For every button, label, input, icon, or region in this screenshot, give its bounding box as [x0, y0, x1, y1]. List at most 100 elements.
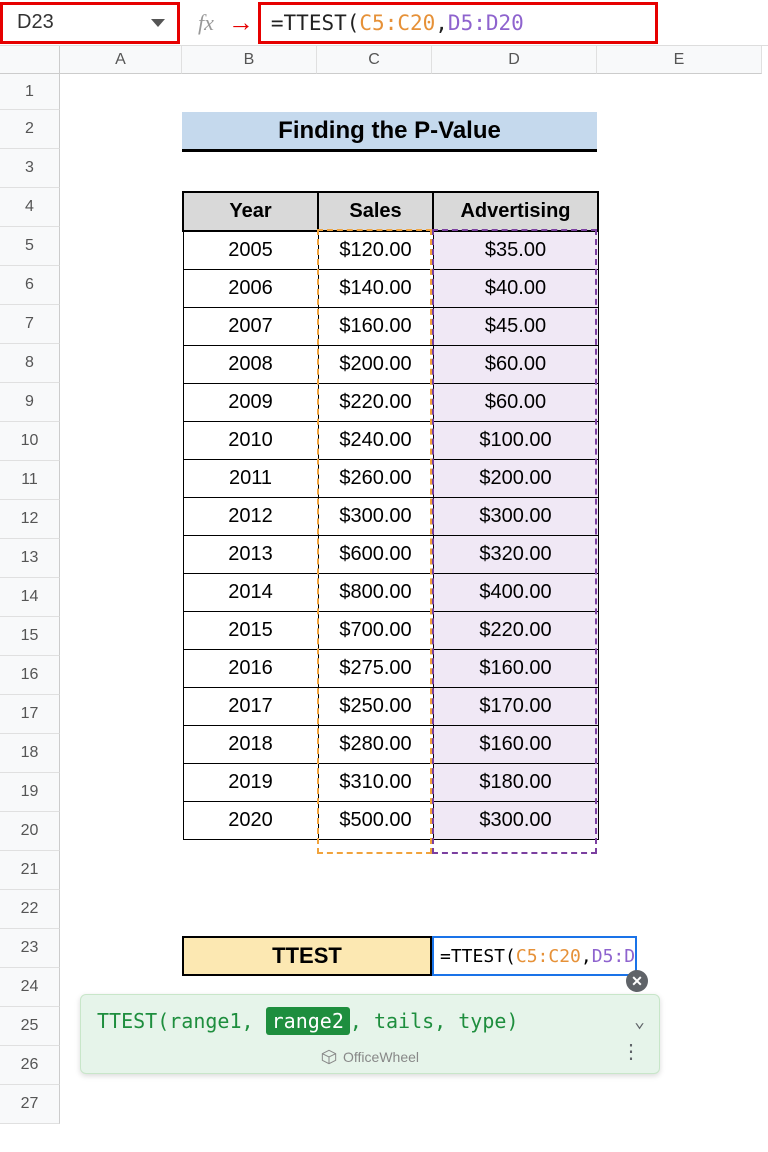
cell-year[interactable]: 2005	[183, 231, 318, 270]
row-header-18[interactable]: 18	[0, 734, 60, 773]
cell-adv[interactable]: $45.00	[433, 308, 598, 346]
select-all-corner[interactable]	[0, 46, 60, 74]
row-header-10[interactable]: 10	[0, 422, 60, 461]
cell-adv[interactable]: $160.00	[433, 650, 598, 688]
row-header-6[interactable]: 6	[0, 266, 60, 305]
cell-sales[interactable]: $140.00	[318, 270, 433, 308]
name-box-value: D23	[3, 11, 151, 34]
header-year[interactable]: Year	[183, 192, 318, 231]
row-header-4[interactable]: 4	[0, 188, 60, 227]
cell-sales[interactable]: $280.00	[318, 726, 433, 764]
table-row: 2008$200.00$60.00	[183, 346, 598, 384]
ttest-label-cell[interactable]: TTEST	[182, 936, 432, 976]
cell-adv[interactable]: $60.00	[433, 384, 598, 422]
cell-adv[interactable]: $180.00	[433, 764, 598, 802]
cell-adv[interactable]: $300.00	[433, 498, 598, 536]
row-header-11[interactable]: 11	[0, 461, 60, 500]
cell-adv[interactable]: $40.00	[433, 270, 598, 308]
header-advertising[interactable]: Advertising	[433, 192, 598, 231]
cell-adv[interactable]: $100.00	[433, 422, 598, 460]
cell-adv[interactable]: $200.00	[433, 460, 598, 498]
cell-sales[interactable]: $160.00	[318, 308, 433, 346]
chevron-down-icon[interactable]: ⌄	[634, 1011, 645, 1032]
row-header-22[interactable]: 22	[0, 890, 60, 929]
row-header-15[interactable]: 15	[0, 617, 60, 656]
column-header-e[interactable]: E	[597, 46, 762, 74]
cell-year[interactable]: 2016	[183, 650, 318, 688]
cell-year[interactable]: 2014	[183, 574, 318, 612]
cell-sales[interactable]: $310.00	[318, 764, 433, 802]
column-header-row: ABCDE	[0, 46, 768, 74]
column-header-a[interactable]: A	[60, 46, 182, 74]
cell-sales[interactable]: $500.00	[318, 802, 433, 840]
cell-year[interactable]: 2008	[183, 346, 318, 384]
cell-sales[interactable]: $275.00	[318, 650, 433, 688]
cell-sales[interactable]: $250.00	[318, 688, 433, 726]
row-header-1[interactable]: 1	[0, 74, 60, 110]
row-header-21[interactable]: 21	[0, 851, 60, 890]
cell-adv[interactable]: $320.00	[433, 536, 598, 574]
cell-sales[interactable]: $700.00	[318, 612, 433, 650]
table-row: 2014$800.00$400.00	[183, 574, 598, 612]
cell-adv[interactable]: $170.00	[433, 688, 598, 726]
row-header-5[interactable]: 5	[0, 227, 60, 266]
row-header-23[interactable]: 23	[0, 929, 60, 968]
cell-year[interactable]: 2013	[183, 536, 318, 574]
cell-year[interactable]: 2018	[183, 726, 318, 764]
row-header-17[interactable]: 17	[0, 695, 60, 734]
row-header-20[interactable]: 20	[0, 812, 60, 851]
cell-sales[interactable]: $120.00	[318, 231, 433, 270]
cell-year[interactable]: 2009	[183, 384, 318, 422]
formula-bar[interactable]: =TTEST(C5:C20,D5:D20	[258, 2, 658, 44]
table-header-row: Year Sales Advertising	[183, 192, 598, 231]
row-header-14[interactable]: 14	[0, 578, 60, 617]
name-box[interactable]: D23	[0, 2, 180, 44]
cell-adv[interactable]: $220.00	[433, 612, 598, 650]
row-header-24[interactable]: 24	[0, 968, 60, 1007]
cell-adv[interactable]: $160.00	[433, 726, 598, 764]
cell-adv[interactable]: $35.00	[433, 231, 598, 270]
row-header-13[interactable]: 13	[0, 539, 60, 578]
cell-grid[interactable]: Finding the P-Value Year Sales Advertisi…	[60, 74, 768, 1124]
cell-year[interactable]: 2010	[183, 422, 318, 460]
chevron-down-icon[interactable]	[151, 19, 165, 27]
cell-adv[interactable]: $60.00	[433, 346, 598, 384]
row-header-2[interactable]: 2	[0, 110, 60, 149]
cell-year[interactable]: 2017	[183, 688, 318, 726]
cell-sales[interactable]: $600.00	[318, 536, 433, 574]
cell-year[interactable]: 2019	[183, 764, 318, 802]
cell-sales[interactable]: $200.00	[318, 346, 433, 384]
cell-year[interactable]: 2011	[183, 460, 318, 498]
cell-adv[interactable]: $300.00	[433, 802, 598, 840]
row-header-9[interactable]: 9	[0, 383, 60, 422]
column-header-d[interactable]: D	[432, 46, 597, 74]
table-row: 2010$240.00$100.00	[183, 422, 598, 460]
active-argument[interactable]: range2	[266, 1007, 350, 1035]
cell-year[interactable]: 2012	[183, 498, 318, 536]
row-header-7[interactable]: 7	[0, 305, 60, 344]
cell-sales[interactable]: $240.00	[318, 422, 433, 460]
row-header-26[interactable]: 26	[0, 1046, 60, 1085]
row-header-3[interactable]: 3	[0, 149, 60, 188]
cell-sales[interactable]: $300.00	[318, 498, 433, 536]
cell-year[interactable]: 2007	[183, 308, 318, 346]
cell-sales[interactable]: $220.00	[318, 384, 433, 422]
header-sales[interactable]: Sales	[318, 192, 433, 231]
column-header-c[interactable]: C	[317, 46, 432, 74]
cell-sales[interactable]: $800.00	[318, 574, 433, 612]
row-header-19[interactable]: 19	[0, 773, 60, 812]
cell-adv[interactable]: $400.00	[433, 574, 598, 612]
cell-year[interactable]: 2020	[183, 802, 318, 840]
row-header-16[interactable]: 16	[0, 656, 60, 695]
active-cell-d23[interactable]: =TTEST(C5:C20,D5:D20	[432, 936, 637, 976]
row-header-27[interactable]: 27	[0, 1085, 60, 1124]
row-header-12[interactable]: 12	[0, 500, 60, 539]
close-icon[interactable]: ✕	[626, 970, 648, 992]
cell-year[interactable]: 2015	[183, 612, 318, 650]
row-header-8[interactable]: 8	[0, 344, 60, 383]
more-icon[interactable]: ⋮	[621, 1039, 643, 1063]
column-header-b[interactable]: B	[182, 46, 317, 74]
cell-year[interactable]: 2006	[183, 270, 318, 308]
row-header-25[interactable]: 25	[0, 1007, 60, 1046]
cell-sales[interactable]: $260.00	[318, 460, 433, 498]
